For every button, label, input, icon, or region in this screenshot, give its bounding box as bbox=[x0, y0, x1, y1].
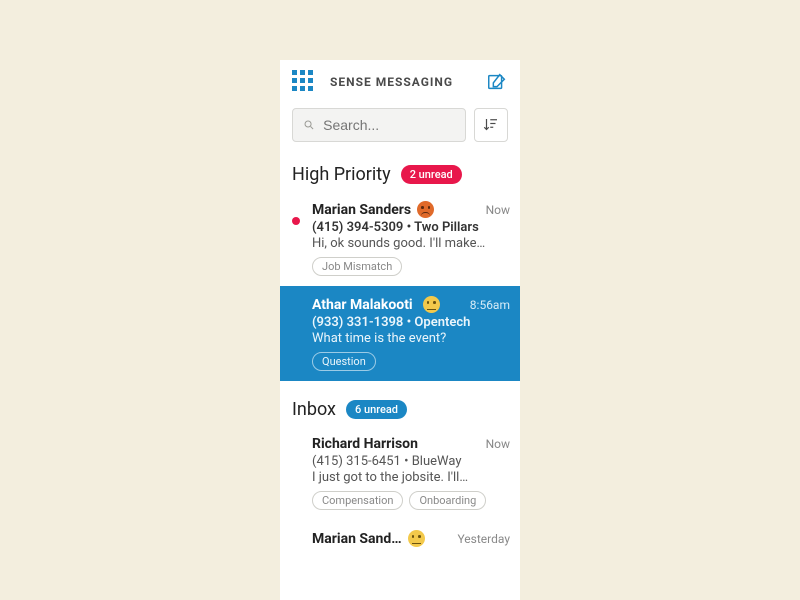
thread-name: Richard Harrison bbox=[312, 436, 418, 452]
thread-preview: I just got to the jobsite. I'll… bbox=[312, 470, 510, 485]
thread-subline: (415) 315-6451 • BlueWay bbox=[312, 454, 510, 469]
angry-emoji-icon bbox=[417, 201, 434, 218]
thread-tag[interactable]: Onboarding bbox=[409, 491, 486, 510]
search-row bbox=[280, 104, 520, 154]
thread-preview: What time is the event? bbox=[312, 331, 510, 346]
sort-icon bbox=[482, 116, 500, 134]
thread-timestamp: Yesterday bbox=[457, 532, 510, 546]
thread-item[interactable]: Richard Harrison Now (415) 315-6451 • Bl… bbox=[280, 426, 520, 520]
thread-timestamp: Now bbox=[486, 437, 510, 451]
messaging-panel: SENSE MESSAGING High Priority 2 unread M… bbox=[280, 60, 520, 600]
section-title: High Priority bbox=[292, 164, 391, 185]
thread-preview: Hi, ok sounds good. I'll make… bbox=[312, 236, 510, 251]
compose-icon[interactable] bbox=[486, 71, 508, 93]
thread-timestamp: 8:56am bbox=[470, 298, 510, 312]
thread-tag[interactable]: Compensation bbox=[312, 491, 403, 510]
app-title: SENSE MESSAGING bbox=[330, 75, 486, 89]
apps-grid-icon[interactable] bbox=[292, 70, 316, 94]
search-icon bbox=[303, 118, 315, 132]
section-title: Inbox bbox=[292, 399, 336, 420]
thread-item[interactable]: Athar Malakooti 8:56am (933) 331-1398 • … bbox=[280, 286, 520, 381]
thread-item[interactable]: Marian Sanders Now (415) 394-5309 • Two … bbox=[280, 191, 520, 286]
thread-item[interactable]: Marian Sand… Yesterday bbox=[280, 520, 520, 547]
thread-name: Athar Malakooti bbox=[312, 297, 413, 313]
sort-button[interactable] bbox=[474, 108, 508, 142]
section-head-high-priority: High Priority 2 unread bbox=[280, 154, 520, 191]
thread-subline: (415) 394-5309 • Two Pillars bbox=[312, 220, 510, 235]
neutral-emoji-icon bbox=[423, 296, 440, 313]
header: SENSE MESSAGING bbox=[280, 60, 520, 104]
thread-name: Marian Sand… bbox=[312, 531, 402, 547]
search-input[interactable] bbox=[323, 117, 455, 133]
thread-tag[interactable]: Job Mismatch bbox=[312, 257, 402, 276]
section-head-inbox: Inbox 6 unread bbox=[280, 381, 520, 426]
unread-badge: 2 unread bbox=[401, 165, 462, 184]
thread-name: Marian Sanders bbox=[312, 202, 411, 218]
thread-subline: (933) 331-1398 • Opentech bbox=[312, 315, 510, 330]
unread-dot bbox=[292, 217, 300, 225]
thread-tag[interactable]: Question bbox=[312, 352, 376, 371]
unread-badge: 6 unread bbox=[346, 400, 407, 419]
thread-timestamp: Now bbox=[486, 203, 510, 217]
search-box[interactable] bbox=[292, 108, 466, 142]
neutral-emoji-icon bbox=[408, 530, 425, 547]
